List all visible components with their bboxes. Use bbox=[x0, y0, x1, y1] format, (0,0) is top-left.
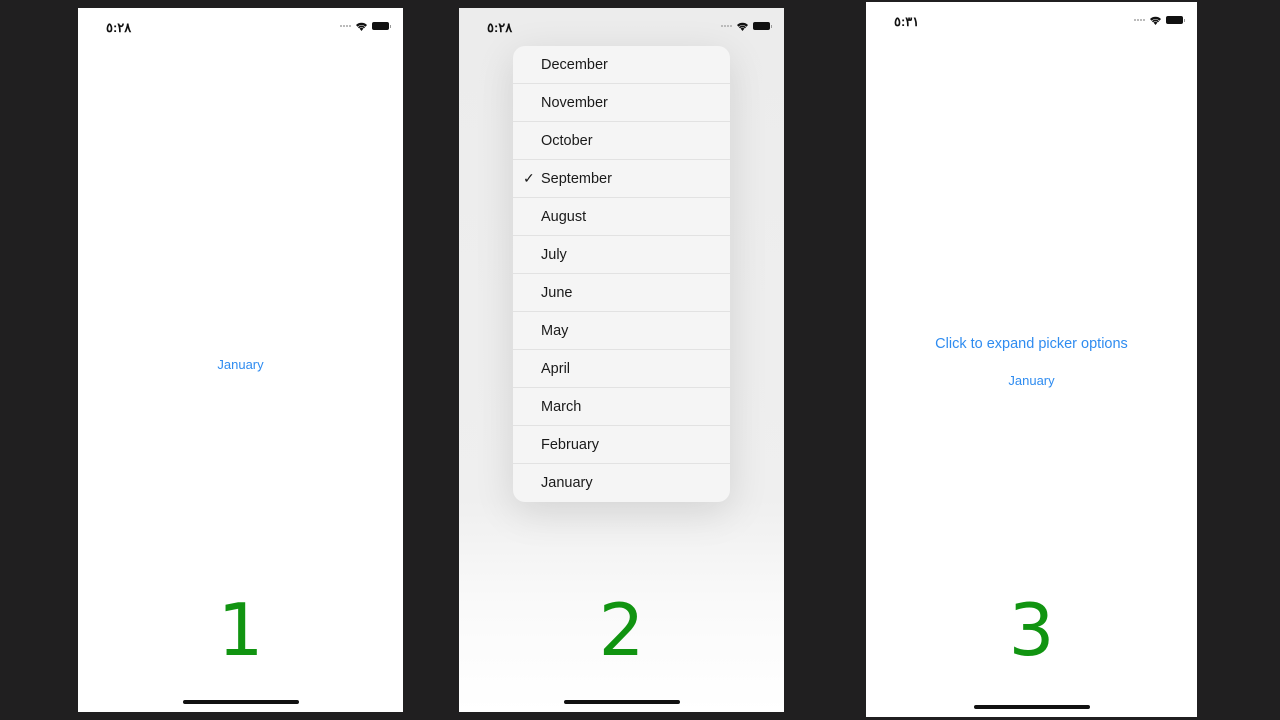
wifi-icon bbox=[1150, 16, 1161, 25]
signal-icon bbox=[340, 25, 351, 27]
phone-screen-3: ٥:٣١ Click to expand picker options Janu… bbox=[866, 2, 1197, 717]
home-indicator[interactable] bbox=[973, 705, 1090, 709]
home-indicator[interactable] bbox=[563, 700, 680, 704]
month-picker[interactable]: January bbox=[78, 357, 403, 372]
menu-item-label: November bbox=[541, 94, 608, 111]
menu-item-label: March bbox=[541, 398, 582, 415]
menu-item-label: February bbox=[541, 436, 600, 453]
menu-item-label: October bbox=[541, 132, 593, 149]
screen-number: 1 bbox=[217, 588, 264, 672]
screen-number: 3 bbox=[1008, 588, 1055, 672]
expand-picker-prompt[interactable]: Click to expand picker options bbox=[866, 336, 1197, 352]
menu-item-january[interactable]: January bbox=[513, 464, 730, 502]
menu-item-december[interactable]: December bbox=[513, 46, 730, 84]
menu-item-label: December bbox=[541, 56, 608, 73]
menu-item-label: April bbox=[541, 360, 571, 377]
menu-item-november[interactable]: November bbox=[513, 84, 730, 122]
menu-item-september[interactable]: ✓ September bbox=[513, 160, 730, 198]
status-icons bbox=[1134, 15, 1185, 25]
status-time: ٥:٢٨ bbox=[106, 20, 132, 35]
menu-item-july[interactable]: July bbox=[513, 236, 730, 274]
signal-icon bbox=[721, 25, 732, 27]
menu-item-february[interactable]: February bbox=[513, 426, 730, 464]
battery-icon bbox=[753, 22, 772, 30]
menu-item-label: September bbox=[541, 170, 612, 187]
menu-item-april[interactable]: April bbox=[513, 350, 730, 388]
menu-item-label: August bbox=[541, 208, 587, 225]
status-icons bbox=[721, 21, 772, 31]
menu-item-march[interactable]: March bbox=[513, 388, 730, 426]
home-indicator[interactable] bbox=[182, 700, 299, 704]
status-time: ٥:٢٨ bbox=[487, 20, 513, 35]
phone-screen-1: ٥:٢٨ January 1 bbox=[78, 8, 403, 712]
screen-number: 2 bbox=[598, 588, 645, 672]
status-time: ٥:٣١ bbox=[894, 14, 920, 29]
menu-item-label: June bbox=[541, 284, 573, 301]
menu-item-label: May bbox=[541, 322, 569, 339]
month-picker-menu: December November October ✓ September August J… bbox=[513, 46, 730, 502]
menu-item-label: January bbox=[541, 475, 593, 491]
battery-icon bbox=[372, 22, 391, 30]
battery-icon bbox=[1166, 16, 1185, 24]
checkmark-icon: ✓ bbox=[523, 170, 535, 186]
status-icons bbox=[340, 21, 391, 31]
menu-item-august[interactable]: August bbox=[513, 198, 730, 236]
menu-item-june[interactable]: June bbox=[513, 274, 730, 312]
menu-item-label: July bbox=[541, 246, 567, 263]
menu-item-may[interactable]: May bbox=[513, 312, 730, 350]
wifi-icon bbox=[737, 22, 748, 31]
signal-icon bbox=[1134, 19, 1145, 21]
month-picker[interactable]: January bbox=[866, 373, 1197, 388]
menu-item-october[interactable]: October bbox=[513, 122, 730, 160]
phone-screen-2: ٥:٢٨ December November October ✓ September Au… bbox=[459, 8, 784, 712]
wifi-icon bbox=[356, 22, 367, 31]
